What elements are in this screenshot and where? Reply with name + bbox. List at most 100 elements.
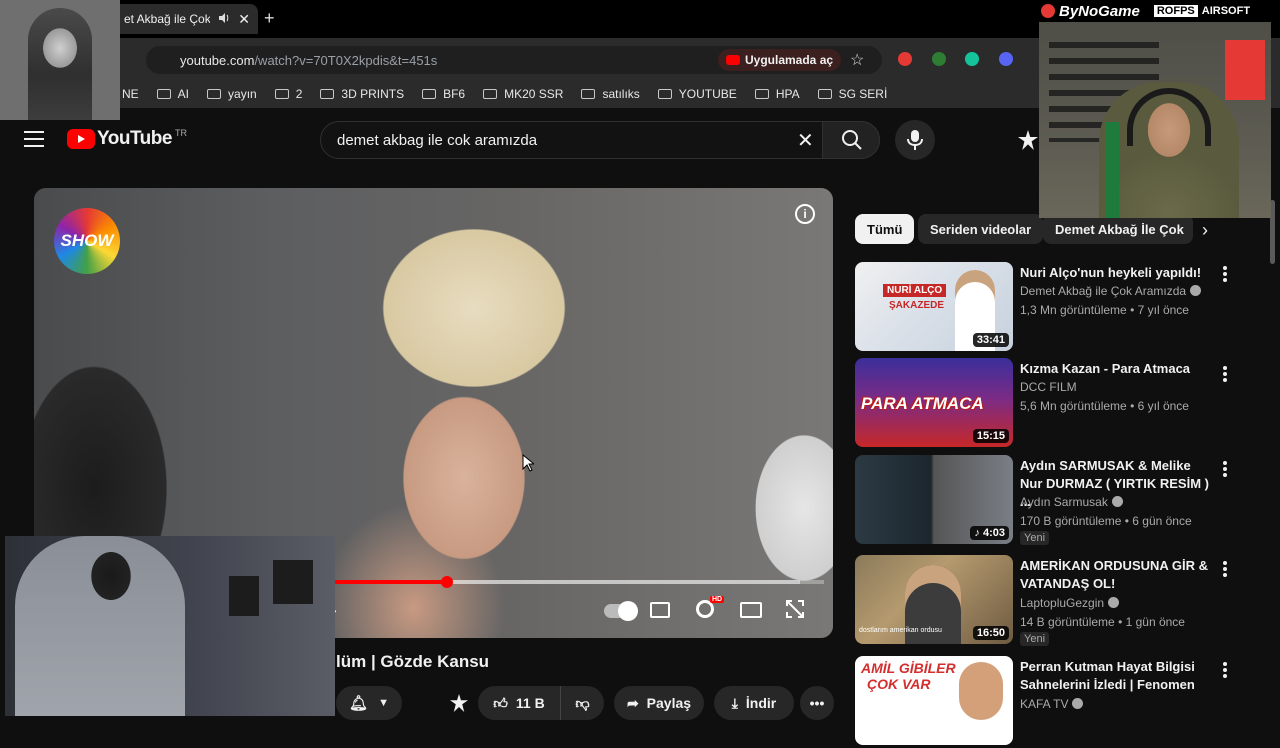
- search-input[interactable]: demet akbag ile cok aramızda ✕: [320, 121, 880, 159]
- more-vertical-icon[interactable]: [1219, 459, 1231, 479]
- verified-icon: [1072, 698, 1084, 709]
- wall-frame: [229, 576, 259, 616]
- chip-series-videos[interactable]: Seriden videolar: [918, 214, 1044, 244]
- channel-name[interactable]: Aydın Sarmusak: [1020, 495, 1123, 509]
- bookmark-folder[interactable]: BF6: [422, 87, 465, 101]
- new-badge: Yeni: [1020, 531, 1050, 545]
- verified-icon: [1190, 285, 1202, 296]
- chip-all[interactable]: Tümü: [855, 214, 915, 244]
- video-title: Kızma Kazan - Para Atmaca: [1020, 361, 1191, 376]
- folder-icon: [320, 89, 335, 99]
- browser-tab-active[interactable]: et Akbağ ile Çok ✕: [110, 4, 258, 34]
- ask-icon[interactable]: [450, 694, 468, 712]
- fullscreen-icon[interactable]: [786, 600, 804, 618]
- thumbs-down-icon: 👎︎: [575, 694, 590, 711]
- search-query: demet akbag ile cok aramızda: [337, 132, 538, 149]
- video-thumbnail[interactable]: PARA ATMACA 15:15: [855, 358, 1013, 447]
- bynogame-logo-icon: [1041, 4, 1055, 18]
- download-icon: ⤓: [731, 694, 738, 711]
- thumbnail-caption: AMİL GİBİLER: [861, 660, 956, 676]
- subscribe-bell-button[interactable]: 🔔︎ ▼: [336, 686, 402, 720]
- extension-icon-green[interactable]: [932, 52, 946, 66]
- folder-icon: [207, 89, 222, 99]
- search-button[interactable]: [822, 121, 880, 159]
- dislike-button[interactable]: 👎︎: [560, 686, 604, 720]
- video-thumbnail[interactable]: NURİ ALÇO ŞAKAZEDE 33:41: [855, 262, 1013, 351]
- like-count: 11 B: [515, 695, 545, 711]
- theater-mode-icon[interactable]: [740, 602, 762, 618]
- second-webcam: [5, 536, 335, 716]
- recommendation-item[interactable]: NURİ ALÇO ŞAKAZEDE 33:41 Nuri Alço'nun h…: [855, 262, 1255, 354]
- bell-icon: 🔔︎: [349, 695, 369, 712]
- sponsor-airsoft: AIRSOFT: [1201, 5, 1251, 17]
- video-thumbnail[interactable]: ♪ 4:03: [855, 455, 1013, 544]
- thumbnail-caption: NURİ ALÇO: [883, 284, 947, 297]
- autoplay-toggle[interactable]: [604, 601, 638, 621]
- progress-scrubber[interactable]: [440, 576, 453, 588]
- video-meta: 170 B görüntüleme • 6 gün önce: [1020, 514, 1192, 528]
- folder-icon: [754, 89, 769, 99]
- more-vertical-icon[interactable]: [1219, 559, 1231, 579]
- more-vertical-icon[interactable]: [1219, 264, 1231, 284]
- bookmark-folder[interactable]: 3D PRINTS: [320, 87, 404, 101]
- recommendation-item[interactable]: ♪ 4:03 Aydın SARMUSAK & Melike Nur DURMA…: [855, 455, 1255, 547]
- chip-channel[interactable]: Demet Akbağ İle Çok: [1043, 214, 1193, 244]
- discord-icon[interactable]: [999, 52, 1013, 66]
- tab-close-icon[interactable]: ✕: [238, 11, 250, 28]
- video-title: AMERİKAN ORDUSUNA GİR & VATANDAŞ OL!: [1020, 558, 1209, 591]
- flag: [1225, 40, 1265, 100]
- video-duration: 33:41: [972, 333, 1009, 347]
- channel-name[interactable]: KAFA TV: [1020, 697, 1084, 711]
- channel-name[interactable]: DCC FILM: [1020, 380, 1077, 394]
- channel-name[interactable]: Demet Akbağ ile Çok Aramızda: [1020, 284, 1202, 298]
- verified-icon: [1111, 496, 1123, 507]
- video-duration: 15:15: [972, 429, 1009, 443]
- progress-bar[interactable]: [334, 576, 824, 588]
- folder-icon: [581, 89, 596, 99]
- extension-icon-red[interactable]: [898, 52, 912, 66]
- chevron-right-icon[interactable]: ›: [1202, 220, 1208, 241]
- new-tab-icon[interactable]: +: [264, 8, 275, 29]
- recommendation-item[interactable]: PARA ATMACA 15:15 Kızma Kazan - Para Atm…: [855, 358, 1255, 450]
- video-thumbnail[interactable]: AMİL GİBİLER ÇOK VAR: [855, 656, 1013, 745]
- like-button[interactable]: 👍︎ 11 B: [478, 686, 560, 720]
- bookmark-folder[interactable]: AI: [156, 87, 189, 101]
- info-icon[interactable]: i: [795, 204, 815, 224]
- clear-search-icon[interactable]: ✕: [797, 128, 814, 153]
- folder-icon: [156, 89, 171, 99]
- voice-search-button[interactable]: [895, 120, 935, 160]
- share-button[interactable]: ➦ Paylaş: [614, 686, 704, 720]
- bookmark-folder[interactable]: MK20 SSR: [483, 87, 563, 101]
- channel-name[interactable]: LaptopluGezgin: [1020, 596, 1120, 610]
- youtube-logo[interactable]: YouTube TR: [67, 128, 187, 150]
- bookmark-folder[interactable]: satılıks: [581, 87, 640, 101]
- more-vertical-icon[interactable]: [1219, 364, 1231, 384]
- bookmark-folder[interactable]: yayın: [207, 87, 257, 101]
- video-thumbnail[interactable]: dostlarım amerikan ordusu 16:50: [855, 555, 1013, 644]
- bookmark-folder[interactable]: SG SERİ: [817, 87, 887, 101]
- url-host: youtube.com: [180, 52, 255, 68]
- video-title: Nuri Alço'nun heykeli yapıldı!: [1020, 265, 1202, 280]
- bookmark-folder[interactable]: HPA: [754, 87, 800, 101]
- subtitles-icon[interactable]: [650, 602, 670, 618]
- tab-title: et Akbağ ile Çok: [124, 12, 211, 26]
- more-actions-button[interactable]: •••: [800, 686, 834, 720]
- folder-icon: [817, 89, 832, 99]
- folder-icon: [657, 89, 672, 99]
- progress-played: [334, 580, 447, 584]
- recommendation-item[interactable]: dostlarım amerikan ordusu 16:50 AMERİKAN…: [855, 555, 1255, 647]
- grammarly-icon[interactable]: [965, 52, 979, 66]
- new-badge: Yeni: [1020, 632, 1050, 646]
- bookmark-folder[interactable]: YOUTUBE: [657, 87, 737, 101]
- recommendation-item[interactable]: AMİL GİBİLER ÇOK VAR Perran Kutman Hayat…: [855, 656, 1255, 748]
- bookmark-item[interactable]: NE: [122, 87, 139, 101]
- more-vertical-icon[interactable]: [1219, 660, 1231, 680]
- download-button[interactable]: ⤓ İndir: [714, 686, 794, 720]
- bookmark-folder[interactable]: 2: [274, 87, 302, 101]
- speaker-icon[interactable]: [218, 12, 230, 27]
- bookmark-star-icon[interactable]: ☆: [850, 50, 864, 70]
- open-in-app-button[interactable]: Uygulamada aç: [718, 49, 842, 71]
- menu-icon[interactable]: [24, 131, 44, 147]
- chevron-down-icon: ▼: [378, 697, 389, 709]
- video-duration: 16:50: [972, 626, 1009, 640]
